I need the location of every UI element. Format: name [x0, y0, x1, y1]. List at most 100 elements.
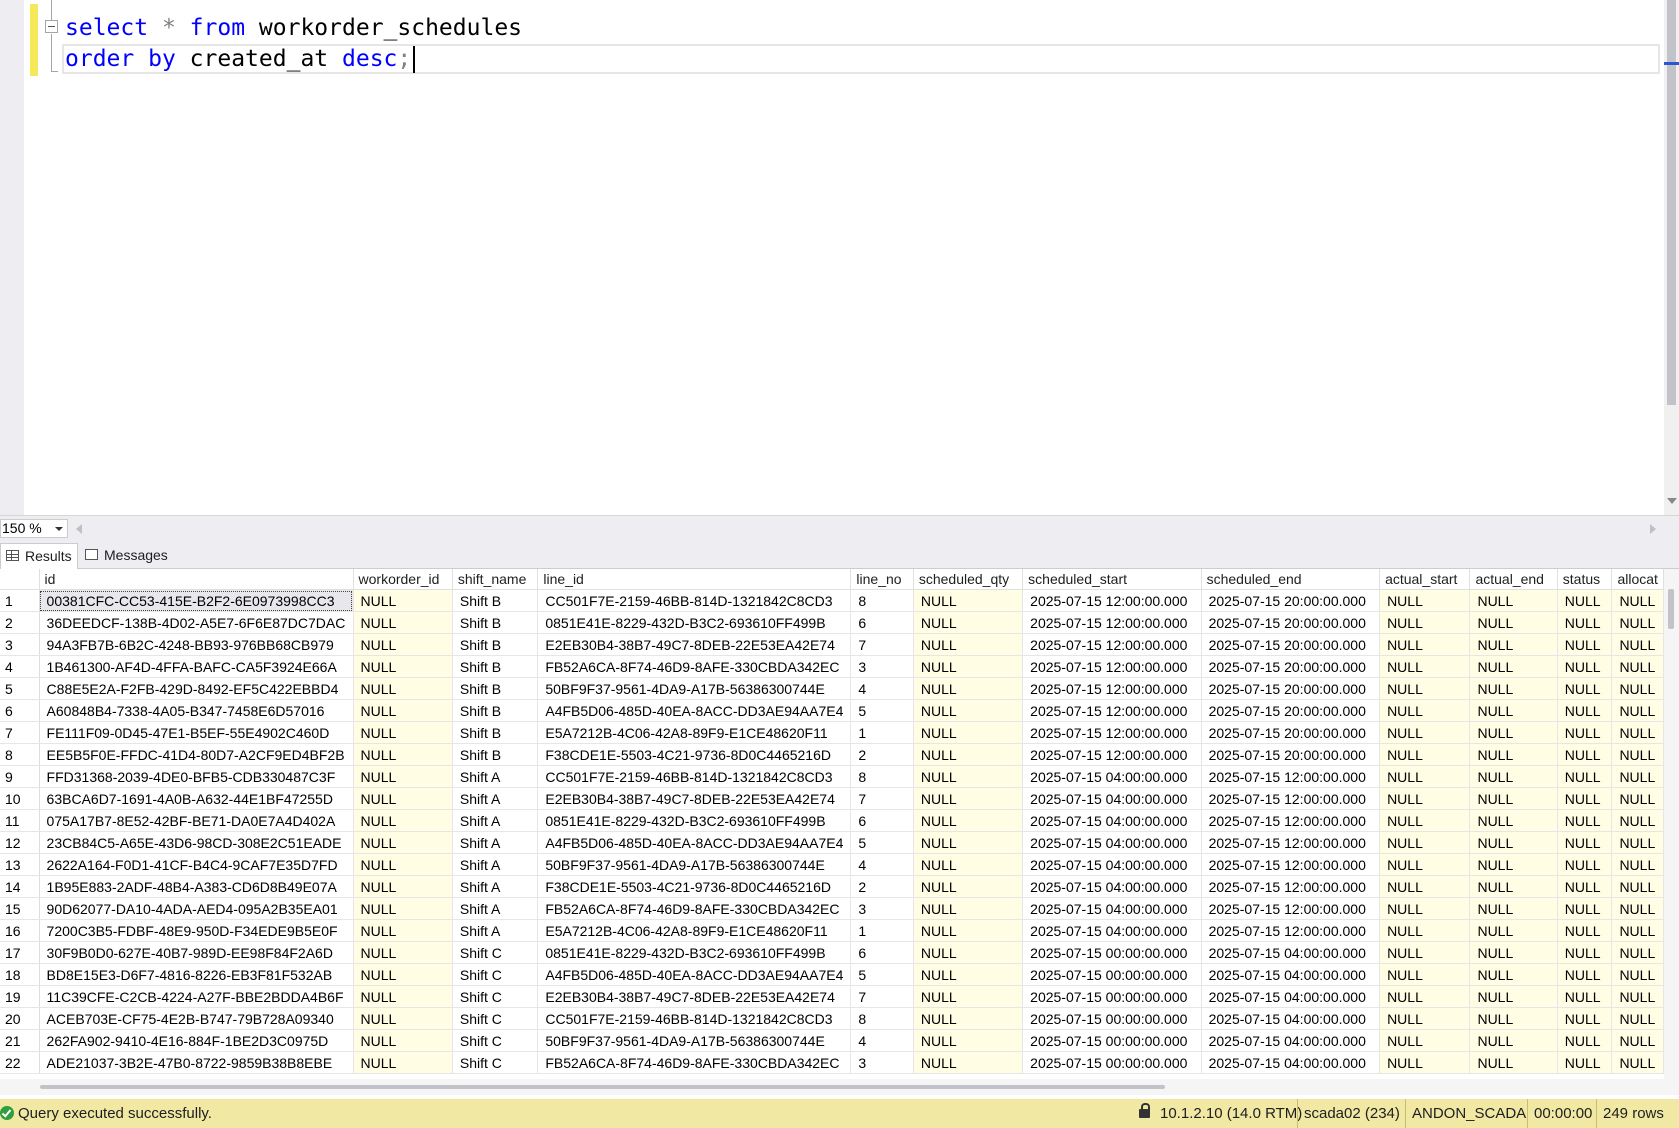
table-cell[interactable]: 23CB84C5-A65E-43D6-98CD-308E2C51EADE — [39, 831, 354, 854]
row-number[interactable]: 6 — [0, 699, 40, 722]
table-cell[interactable]: NULL — [353, 787, 453, 810]
table-cell[interactable]: 8 — [850, 589, 914, 612]
code-line-2[interactable]: order by created_at desc; — [65, 44, 416, 74]
table-cell[interactable]: 00381CFC-CC53-415E-B2F2-6E0973998CC3 — [39, 589, 354, 612]
table-cell[interactable]: 90D62077-DA10-4ADA-AED4-095A2B35EA01 — [39, 897, 354, 920]
row-number-header[interactable] — [0, 569, 40, 590]
table-cell[interactable]: CC501F7E-2159-46BB-814D-1321842C8CD3 — [537, 1007, 852, 1030]
table-cell[interactable]: NULL — [353, 765, 453, 788]
table-cell[interactable]: 2025-07-15 12:00:00.000 — [1022, 611, 1202, 634]
table-cell[interactable]: NULL — [353, 831, 453, 854]
row-number[interactable]: 18 — [0, 963, 40, 986]
table-cell[interactable]: 5 — [850, 699, 914, 722]
table-cell[interactable]: NULL — [1379, 1029, 1471, 1052]
table-cell[interactable]: 2025-07-15 04:00:00.000 — [1201, 1051, 1381, 1074]
table-cell[interactable]: 2025-07-15 12:00:00.000 — [1022, 743, 1202, 766]
table-cell[interactable]: 0851E41E-8229-432D-B3C2-693610FF499B — [537, 611, 852, 634]
table-cell[interactable]: 2025-07-15 12:00:00.000 — [1201, 787, 1381, 810]
table-cell[interactable]: 7 — [850, 787, 914, 810]
table-cell[interactable]: NULL — [913, 655, 1024, 678]
table-cell[interactable]: NULL — [1611, 875, 1664, 898]
table-cell[interactable]: NULL — [1557, 897, 1613, 920]
row-number[interactable]: 22 — [0, 1051, 40, 1074]
table-cell[interactable]: F38CDE1E-5503-4C21-9736-8D0C4465216D — [537, 875, 852, 898]
table-cell[interactable]: NULL — [1611, 589, 1664, 612]
table-row[interactable]: 4 1B461300-AF4D-4FFA-BAFC-CA5F3924E66A NUL… — [0, 655, 1664, 678]
results-table[interactable]: id workorder_id shift_name line_id line_no sc… — [0, 569, 1664, 1074]
table-cell[interactable]: NULL — [1379, 743, 1471, 766]
table-cell[interactable]: 30F9B0D0-627E-40B7-989D-EE98F84F2A6D — [39, 941, 354, 964]
table-cell[interactable]: NULL — [1469, 1029, 1558, 1052]
table-cell[interactable]: NULL — [913, 743, 1024, 766]
column-header[interactable]: shift_name — [452, 569, 539, 590]
table-cell[interactable]: 262FA902-9410-4E16-884F-1BE2D3C0975D — [39, 1029, 354, 1052]
table-cell[interactable]: NULL — [1379, 1007, 1471, 1030]
table-cell[interactable]: 2025-07-15 00:00:00.000 — [1022, 985, 1202, 1008]
table-cell[interactable]: NULL — [1611, 611, 1664, 634]
row-number[interactable]: 13 — [0, 853, 40, 876]
table-cell[interactable]: NULL — [353, 743, 453, 766]
table-cell[interactable]: NULL — [1557, 743, 1613, 766]
table-cell[interactable]: 2025-07-15 04:00:00.000 — [1201, 963, 1381, 986]
column-header[interactable]: actual_end — [1469, 569, 1558, 590]
scrollbar-thumb[interactable] — [1667, 0, 1676, 405]
table-row[interactable]: 7 FE111F09-0D45-47E1-B5EF-55E4902C460D NUL… — [0, 721, 1664, 744]
table-cell[interactable]: ACEB703E-CF75-4E2B-B747-79B728A09340 — [39, 1007, 354, 1030]
table-cell[interactable]: 2025-07-15 12:00:00.000 — [1201, 919, 1381, 942]
table-row[interactable]: 14 1B95E883-2ADF-48B4-A383-CD6D8B49E07A NU… — [0, 875, 1664, 898]
table-cell[interactable]: 2025-07-15 12:00:00.000 — [1022, 633, 1202, 656]
table-cell[interactable]: 4 — [850, 677, 914, 700]
table-cell[interactable]: NULL — [1379, 1051, 1471, 1074]
column-header[interactable]: scheduled_start — [1022, 569, 1202, 590]
table-cell[interactable]: 6 — [850, 611, 914, 634]
grid-vertical-scrollbar[interactable] — [1664, 569, 1679, 1079]
table-cell[interactable]: 7 — [850, 985, 914, 1008]
row-number[interactable]: 16 — [0, 919, 40, 942]
table-cell[interactable]: Shift C — [452, 1029, 539, 1052]
table-cell[interactable]: 6 — [850, 941, 914, 964]
table-cell[interactable]: NULL — [1379, 633, 1471, 656]
table-cell[interactable]: 7200C3B5-FDBF-48E9-950D-F34EDE9B5E0F — [39, 919, 354, 942]
table-cell[interactable]: 50BF9F37-9561-4DA9-A17B-56386300744E — [537, 677, 852, 700]
table-cell[interactable]: C88E5E2A-F2FB-429D-8492-EF5C422EBBD4 — [39, 677, 354, 700]
table-cell[interactable]: 075A17B7-8E52-42BF-BE71-DA0E7A4D402A — [39, 809, 354, 832]
table-cell[interactable]: A4FB5D06-485D-40EA-8ACC-DD3AE94AA7E4 — [537, 831, 852, 854]
table-cell[interactable]: Shift C — [452, 1051, 539, 1074]
table-cell[interactable]: NULL — [913, 1029, 1024, 1052]
row-number[interactable]: 1 — [0, 589, 40, 612]
table-row[interactable]: 8 EE5B5F0E-FFDC-41D4-80D7-A2CF9ED4BF2B NUL… — [0, 743, 1664, 766]
table-cell[interactable]: NULL — [1557, 831, 1613, 854]
table-cell[interactable]: NULL — [1469, 963, 1558, 986]
results-grid[interactable]: id workorder_id shift_name line_id line_no sc… — [0, 569, 1664, 1079]
column-header[interactable]: allocat — [1611, 569, 1664, 590]
table-cell[interactable]: NULL — [353, 611, 453, 634]
table-cell[interactable]: 2025-07-15 04:00:00.000 — [1022, 875, 1202, 898]
table-cell[interactable]: NULL — [1611, 633, 1664, 656]
table-cell[interactable]: 2025-07-15 00:00:00.000 — [1022, 941, 1202, 964]
tab-messages[interactable]: Messages — [80, 543, 172, 567]
table-cell[interactable]: 94A3FB7B-6B2C-4248-BB93-976BB68CB979 — [39, 633, 354, 656]
table-cell[interactable]: 0851E41E-8229-432D-B3C2-693610FF499B — [537, 941, 852, 964]
table-cell[interactable]: CC501F7E-2159-46BB-814D-1321842C8CD3 — [537, 765, 852, 788]
table-cell[interactable]: NULL — [913, 809, 1024, 832]
table-cell[interactable]: NULL — [1469, 985, 1558, 1008]
table-cell[interactable]: NULL — [1611, 853, 1664, 876]
table-cell[interactable]: NULL — [1469, 611, 1558, 634]
editor-horizontal-scrollbar[interactable] — [72, 520, 1664, 537]
table-cell[interactable]: NULL — [1379, 853, 1471, 876]
table-cell[interactable]: NULL — [913, 1007, 1024, 1030]
row-number[interactable]: 7 — [0, 721, 40, 744]
table-cell[interactable]: 2025-07-15 20:00:00.000 — [1201, 743, 1381, 766]
table-cell[interactable]: NULL — [353, 677, 453, 700]
column-header[interactable]: line_no — [850, 569, 914, 590]
table-cell[interactable]: Shift B — [452, 677, 539, 700]
row-number[interactable]: 17 — [0, 941, 40, 964]
table-cell[interactable]: NULL — [353, 919, 453, 942]
table-cell[interactable]: NULL — [1611, 831, 1664, 854]
table-row[interactable]: 9 FFD31368-2039-4DE0-BFB5-CDB330487C3F NUL… — [0, 765, 1664, 788]
scrollbar-thumb[interactable] — [40, 1085, 1165, 1089]
table-cell[interactable]: NULL — [1469, 1007, 1558, 1030]
table-cell[interactable]: NULL — [913, 721, 1024, 744]
table-cell[interactable]: Shift B — [452, 699, 539, 722]
table-cell[interactable]: NULL — [913, 699, 1024, 722]
